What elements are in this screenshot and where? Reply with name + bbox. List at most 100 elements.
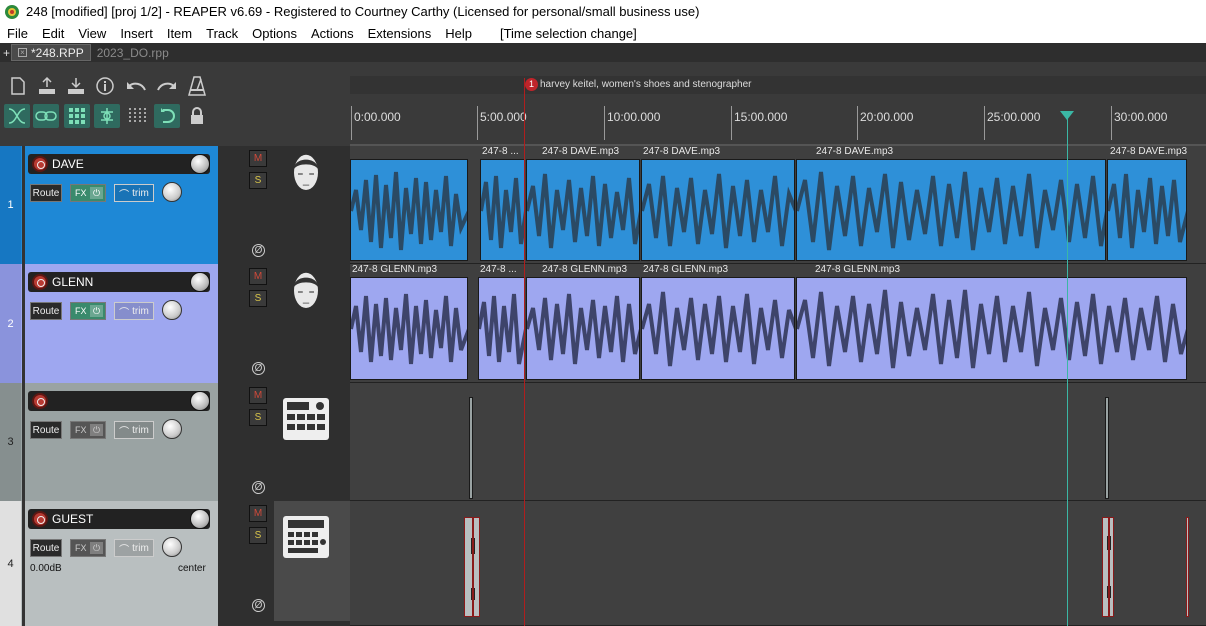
mute-button[interactable]: M [249, 505, 267, 522]
fx-button[interactable]: FX ⏻ [70, 184, 106, 202]
pan-knob[interactable] [162, 537, 182, 557]
phase-invert-button[interactable]: Ø [252, 599, 265, 612]
open-project-icon[interactable] [64, 74, 88, 98]
media-item[interactable] [1186, 517, 1189, 617]
media-item[interactable] [526, 277, 640, 380]
ripple-edit-icon[interactable] [4, 104, 30, 128]
solo-button[interactable]: S [249, 409, 267, 426]
track-name-bar[interactable]: GUEST [28, 509, 210, 529]
pan-knob[interactable] [162, 182, 182, 202]
track-name[interactable]: GLENN [52, 275, 93, 289]
link-icon[interactable] [94, 104, 120, 128]
route-button[interactable]: Route [30, 302, 62, 320]
media-item[interactable] [480, 159, 525, 261]
record-arm-button[interactable] [32, 511, 48, 527]
fx-bypass-icon[interactable]: ⏻ [90, 424, 103, 436]
track-name-bar[interactable]: DAVE [28, 154, 210, 174]
info-icon[interactable] [93, 74, 117, 98]
pan-knob[interactable] [162, 419, 182, 439]
phase-invert-button[interactable]: Ø [252, 481, 265, 494]
volume-knob[interactable] [190, 391, 210, 411]
undo-icon[interactable] [124, 74, 148, 98]
fx-button[interactable]: FX ⏻ [70, 539, 106, 557]
route-button[interactable]: Route [30, 539, 62, 557]
solo-button[interactable]: S [249, 290, 267, 307]
track-lane[interactable] [350, 383, 1206, 501]
track-lane[interactable] [350, 501, 1206, 626]
mute-button[interactable]: M [249, 387, 267, 404]
menu-track[interactable]: Track [199, 26, 245, 41]
track-scrollbar[interactable] [22, 146, 25, 626]
menu-options[interactable]: Options [245, 26, 304, 41]
route-button[interactable]: Route [30, 184, 62, 202]
media-item[interactable] [641, 277, 795, 380]
metronome-icon[interactable] [185, 74, 209, 98]
track-control-panel[interactable]: 4 GUEST Route FX ⏻ ⌒ trim 0.00dB center [0, 501, 218, 626]
menu-file[interactable]: File [0, 26, 35, 41]
close-tab-icon[interactable]: × [18, 48, 27, 57]
record-arm-button[interactable] [32, 393, 48, 409]
phase-invert-button[interactable]: Ø [252, 362, 265, 375]
fx-bypass-icon[interactable]: ⏻ [90, 187, 103, 199]
volume-knob[interactable] [190, 272, 210, 292]
volume-knob[interactable] [190, 154, 210, 174]
solo-button[interactable]: S [249, 172, 267, 189]
media-item[interactable] [641, 159, 795, 261]
media-item[interactable] [1105, 397, 1109, 499]
menu-item[interactable]: Item [160, 26, 199, 41]
track-name-bar[interactable]: GLENN [28, 272, 210, 292]
lock-icon[interactable] [185, 104, 209, 128]
menu-actions[interactable]: Actions [304, 26, 361, 41]
media-item[interactable] [350, 159, 468, 261]
marker-1-badge[interactable]: 1 [525, 78, 538, 91]
track-lane[interactable]: 247-8 GLENN.mp3 247-8 ... 247-8 GLENN.mp… [350, 264, 1206, 383]
mute-button[interactable]: M [249, 150, 267, 167]
volume-knob[interactable] [190, 509, 210, 529]
new-tab-button[interactable]: + [3, 46, 11, 60]
new-project-icon[interactable] [6, 74, 30, 98]
grouping-icon[interactable] [33, 104, 59, 128]
media-item[interactable] [796, 277, 1187, 380]
automation-trim-button[interactable]: ⌒ trim [114, 302, 154, 320]
timeline[interactable]: 0:00.000 5:00.000 10:00.000 15:00.000 20… [350, 94, 1206, 146]
fx-bypass-icon[interactable]: ⏻ [90, 305, 103, 317]
record-arm-button[interactable] [32, 274, 48, 290]
track-name[interactable]: GUEST [52, 512, 93, 526]
automation-trim-button[interactable]: ⌒ trim [114, 184, 154, 202]
track-lane[interactable]: 247-8 ... 247-8 DAVE.mp3 247-8 DAVE.mp3 … [350, 146, 1206, 264]
automation-trim-button[interactable]: ⌒ trim [114, 421, 154, 439]
phase-invert-button[interactable]: Ø [252, 244, 265, 257]
fx-button[interactable]: FX ⏻ [70, 421, 106, 439]
snap-grid-icon[interactable] [64, 104, 90, 128]
media-item[interactable] [526, 159, 640, 261]
marker-lane[interactable]: 1 harvey keitel, women's shoes and steno… [350, 76, 1206, 94]
fx-bypass-icon[interactable]: ⏻ [90, 542, 103, 554]
solo-button[interactable]: S [249, 527, 267, 544]
media-item[interactable] [796, 159, 1106, 261]
automation-trim-button[interactable]: ⌒ trim [114, 539, 154, 557]
fx-button[interactable]: FX ⏻ [70, 302, 106, 320]
media-item[interactable] [478, 277, 525, 380]
track-name-bar[interactable] [28, 391, 210, 411]
media-item[interactable] [1107, 159, 1187, 261]
grid-lines-icon[interactable] [125, 104, 149, 128]
tab-248-rpp[interactable]: × *248.RPP [11, 44, 91, 61]
record-arm-button[interactable] [32, 156, 48, 172]
track-control-panel[interactable]: 2 GLENN Route FX ⏻ ⌒ trim [0, 264, 218, 383]
track-control-panel[interactable]: 3 Route FX ⏻ ⌒ trim [0, 383, 218, 501]
track-control-panel[interactable]: 1 DAVE Route FX ⏻ ⌒ trim [0, 146, 218, 264]
menu-edit[interactable]: Edit [35, 26, 71, 41]
menu-view[interactable]: View [71, 26, 113, 41]
menu-help[interactable]: Help [438, 26, 479, 41]
media-item[interactable] [464, 517, 480, 617]
loop-icon[interactable] [154, 104, 180, 128]
pan-knob[interactable] [162, 300, 182, 320]
media-item[interactable] [350, 277, 468, 380]
save-project-icon[interactable] [35, 74, 59, 98]
media-item[interactable] [469, 397, 473, 499]
menu-extensions[interactable]: Extensions [361, 26, 439, 41]
track-name[interactable]: DAVE [52, 157, 84, 171]
tab-2023-do-rpp[interactable]: 2023_DO.rpp [91, 44, 175, 61]
media-item[interactable] [1102, 517, 1114, 617]
redo-icon[interactable] [155, 74, 179, 98]
